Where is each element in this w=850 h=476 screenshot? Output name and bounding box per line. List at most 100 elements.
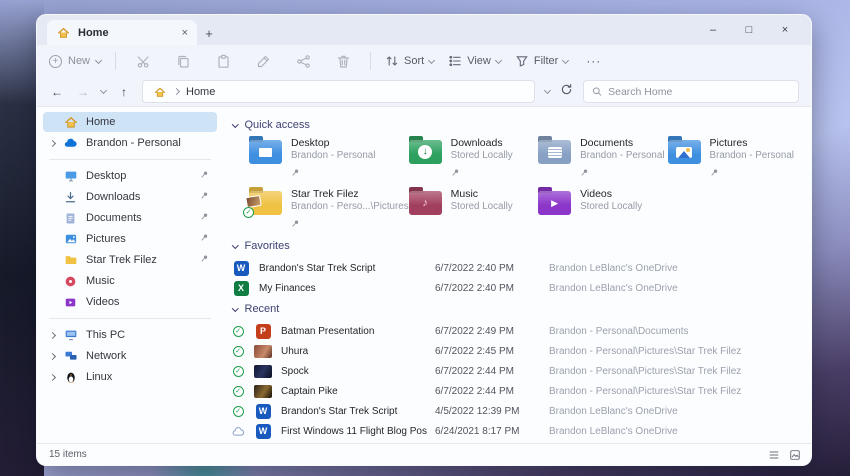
tab-close-icon[interactable]: × <box>182 27 188 39</box>
search-input[interactable] <box>608 86 790 98</box>
large-icons-view-icon[interactable] <box>789 449 801 461</box>
sync-check-icon: ✓ <box>233 406 244 417</box>
file-name: Uhura <box>281 346 427 357</box>
quick-access-grid: Desktop Brandon - Personal ↓ Downloads S… <box>249 137 797 232</box>
expand-chevron-icon[interactable] <box>49 373 56 380</box>
expand-chevron-icon[interactable] <box>49 352 56 359</box>
tile-documents[interactable]: Documents Brandon - Personal <box>538 137 667 181</box>
toolbar-divider <box>115 52 116 70</box>
file-row[interactable]: W First Windows 11 Flight Blog Post 6/24… <box>231 421 797 441</box>
sidebar-item-star-trek-filez[interactable]: Star Trek Filez <box>43 250 217 270</box>
sidebar-item-network[interactable]: Network <box>43 346 217 366</box>
pin-icon <box>200 170 209 182</box>
sidebar-item-linux[interactable]: Linux <box>43 367 217 387</box>
tile-name: Documents <box>580 137 664 150</box>
section-header-recent[interactable]: Recent <box>233 303 797 315</box>
filter-button-label: Filter <box>534 55 558 67</box>
new-button-label: New <box>68 55 90 67</box>
view-button[interactable]: View <box>448 54 501 68</box>
new-tab-button[interactable]: + <box>197 21 221 45</box>
close-button[interactable]: × <box>767 24 803 36</box>
file-date: 6/7/2022 2:40 PM <box>435 283 541 294</box>
up-button[interactable]: ↑ <box>116 85 132 99</box>
sidebar-item-this-pc[interactable]: This PC <box>43 325 217 345</box>
maximize-button[interactable]: □ <box>731 24 767 36</box>
refresh-icon[interactable] <box>560 83 573 101</box>
home-icon <box>56 25 71 40</box>
share-icon[interactable] <box>290 49 316 73</box>
new-button[interactable]: + New <box>49 55 101 68</box>
address-dropdown-chevron-icon[interactable] <box>544 87 551 94</box>
tile-star-trek-filez[interactable]: ✓ Star Trek Filez Brandon - Perso...\Pic… <box>249 188 409 232</box>
collapse-chevron-icon[interactable] <box>232 121 238 127</box>
file-row[interactable]: W Brandon's Star Trek Script 6/7/2022 2:… <box>231 258 797 278</box>
file-row[interactable]: ✓ P Batman Presentation 6/7/2022 2:49 PM… <box>231 321 797 341</box>
onedrive-cloud-icon <box>63 136 78 151</box>
sidebar-item-label: Pictures <box>86 233 126 245</box>
file-name: Batman Presentation <box>281 326 427 337</box>
file-name: First Windows 11 Flight Blog Post <box>281 426 427 437</box>
expand-chevron-icon[interactable] <box>49 139 56 146</box>
collapse-chevron-icon[interactable] <box>232 305 238 311</box>
documents-folder-icon <box>538 140 571 164</box>
tile-downloads[interactable]: ↓ Downloads Stored Locally <box>409 137 538 181</box>
file-location: Brandon - Personal\Pictures\Star Trek Fi… <box>549 366 797 377</box>
videos-folder-icon: ▶ <box>538 191 571 215</box>
more-options-button[interactable]: ··· <box>586 54 601 68</box>
sidebar-item-music[interactable]: Music <box>43 271 217 291</box>
collapse-chevron-icon[interactable] <box>232 242 238 248</box>
tile-desktop[interactable]: Desktop Brandon - Personal <box>249 137 409 181</box>
file-row[interactable]: ✓ Spock 6/7/2022 2:44 PM Brandon - Perso… <box>231 361 797 381</box>
file-row[interactable]: ✓ W Brandon's Star Trek Script 4/5/2022 … <box>231 401 797 421</box>
minimize-button[interactable]: – <box>695 24 731 36</box>
tile-pictures[interactable]: Pictures Brandon - Personal <box>668 137 797 181</box>
forward-button[interactable]: → <box>75 85 91 99</box>
filter-button[interactable]: Filter <box>515 54 568 68</box>
file-row[interactable]: ✓ Uhura 6/7/2022 2:45 PM Brandon - Perso… <box>231 341 797 361</box>
breadcrumb[interactable]: Home <box>142 80 535 103</box>
details-view-icon[interactable] <box>768 449 780 461</box>
rename-icon[interactable] <box>250 49 276 73</box>
sidebar-item-pictures[interactable]: Pictures <box>43 229 217 249</box>
file-date: 6/7/2022 2:44 PM <box>435 386 541 397</box>
sidebar-item-label: Brandon - Personal <box>86 137 181 149</box>
section-header-favorites[interactable]: Favorites <box>233 240 797 252</box>
sidebar-item-label: Downloads <box>86 191 140 203</box>
copy-icon[interactable] <box>170 49 196 73</box>
sidebar-item-home[interactable]: Home <box>43 112 217 132</box>
sidebar-item-videos[interactable]: Videos <box>43 292 217 312</box>
paste-icon[interactable] <box>210 49 236 73</box>
home-icon <box>63 115 78 130</box>
tab-home[interactable]: Home × <box>47 20 197 45</box>
tile-name: Music <box>451 188 513 201</box>
delete-icon[interactable] <box>330 49 356 73</box>
tile-videos[interactable]: ▶ Videos Stored Locally <box>538 188 667 232</box>
tile-name: Star Trek Filez <box>291 188 409 201</box>
sidebar-item-documents[interactable]: Documents <box>43 208 217 228</box>
file-row[interactable]: ✓ Captain Pike 6/7/2022 2:44 PM Brandon … <box>231 381 797 401</box>
tile-music[interactable]: ♪ Music Stored Locally <box>409 188 538 232</box>
search-box[interactable] <box>583 80 799 103</box>
sort-button[interactable]: Sort <box>385 54 434 68</box>
section-title: Quick access <box>245 119 310 131</box>
back-button[interactable]: ← <box>49 85 65 99</box>
section-header-quick-access[interactable]: Quick access <box>233 119 797 131</box>
recent-locations-chevron-icon[interactable] <box>100 87 107 94</box>
sidebar-item-onedrive[interactable]: Brandon - Personal <box>43 133 217 153</box>
sort-icon <box>385 54 399 68</box>
file-date: 6/7/2022 2:49 PM <box>435 326 541 337</box>
plus-icon: + <box>205 26 213 41</box>
breadcrumb-segment[interactable]: Home <box>186 86 215 98</box>
expand-chevron-icon[interactable] <box>49 331 56 338</box>
sidebar-item-downloads[interactable]: Downloads <box>43 187 217 207</box>
cut-icon[interactable] <box>130 49 156 73</box>
network-icon <box>63 349 78 364</box>
file-row[interactable]: X My Finances 6/7/2022 2:40 PM Brandon L… <box>231 278 797 298</box>
view-button-label: View <box>467 55 491 67</box>
tile-subtitle: Stored Locally <box>451 150 513 162</box>
file-date: 6/7/2022 2:40 PM <box>435 263 541 274</box>
chevron-down-icon <box>95 56 102 63</box>
file-location: Brandon - Personal\Pictures\Star Trek Fi… <box>549 346 797 357</box>
music-folder-icon: ♪ <box>409 191 442 215</box>
sidebar-item-desktop[interactable]: Desktop <box>43 166 217 186</box>
